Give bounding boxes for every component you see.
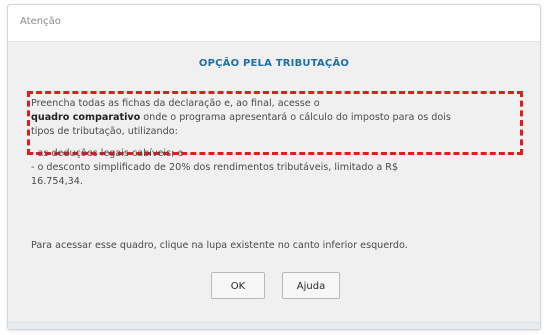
dialog-title: Atenção xyxy=(20,16,61,27)
help-button[interactable]: Ajuda xyxy=(282,272,340,299)
highlight-annotation-box xyxy=(27,91,523,155)
dialog-titlebar: Atenção xyxy=(8,5,540,42)
access-hint-text: Para acessar esse quadro, clique na lupa… xyxy=(31,240,408,251)
dialog-bottom-border xyxy=(8,322,540,329)
option-discount-limit: 16.754,34. xyxy=(31,176,83,187)
options-list: - as deduções legais cabíveis; e - o des… xyxy=(31,147,398,189)
dialog-heading: OPÇÃO PELA TRIBUTAÇÃO xyxy=(198,58,350,69)
option-simplified-discount: - o desconto simplificado de 20% dos ren… xyxy=(31,162,399,173)
option-legal-deductions: - as deduções legais cabíveis; e xyxy=(31,148,184,159)
ok-button[interactable]: OK xyxy=(211,272,265,299)
